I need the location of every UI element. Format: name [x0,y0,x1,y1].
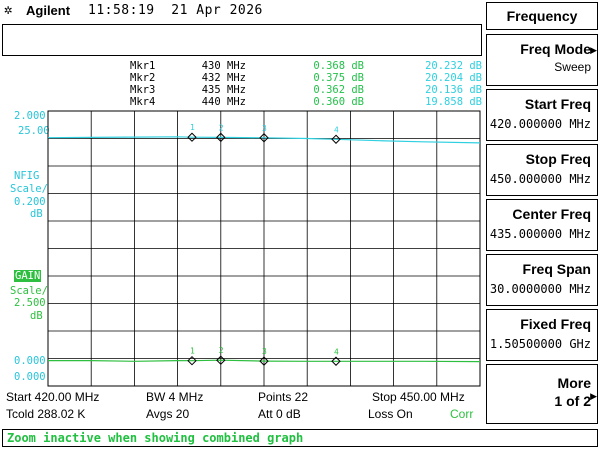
softkey-label: Center Freq [512,206,591,222]
marker-number-label: 2 [219,346,224,355]
softkey-label: Start Freq [524,96,591,112]
marker-number-label: 1 [190,123,195,132]
submenu-arrow-icon: ▶ [590,45,597,55]
averages-annotation: Avgs 20 [146,407,190,421]
measurement-graph: 1 2 3 4 1 2 3 4 [47,110,481,387]
softkey-value: 450.000000 MHz [489,172,591,186]
status-message: Zoom inactive when showing combined grap… [7,431,304,445]
softkey-more[interactable]: More 1 of 2 ▶ [486,364,598,424]
footer-annotations: Start 420.00 MHz BW 4 MHz Points 22 Stop… [0,388,484,426]
marker-number-label: 3 [262,347,267,356]
softkey-label: Freq Mode [520,41,591,57]
loss-annotation: Loss On [368,407,413,421]
graticule [47,110,481,387]
status-bar: Zoom inactive when showing combined grap… [2,429,598,447]
points-annotation: Points 22 [258,390,309,404]
marker-number-label: 4 [334,347,339,356]
start-freq-annotation: Start 420.00 MHz [6,390,100,404]
softkey-value: Sweep [554,60,591,74]
softkey-value: 420.000000 MHz [489,117,591,131]
submenu-arrow-icon: ▶ [590,391,597,401]
marker-number-label: 2 [219,123,224,132]
softkey-stop-freq[interactable]: Stop Freq 450.000000 MHz [486,144,598,196]
softkey-start-freq[interactable]: Start Freq 420.000000 MHz [486,89,598,141]
softkey-value: 435.000000 MHz [489,227,591,241]
softkey-label: Fixed Freq [520,316,591,332]
marker-number-label: 4 [334,125,339,134]
corr-annotation: Corr [450,407,474,421]
softkey-center-freq[interactable]: Center Freq 435.000000 MHz [486,199,598,251]
softkey-value: 1.50500000 GHz [489,337,591,351]
softkey-value: 30.0000000 MHz [489,282,591,296]
softkey-label: More [557,375,591,391]
softkey-freq-span[interactable]: Freq Span 30.0000000 MHz [486,254,598,306]
softkey-panel: Frequency Freq Mode Sweep ▶ Start Freq 4… [486,0,600,428]
bandwidth-annotation: BW 4 MHz [146,390,204,404]
softkey-menu-title: Frequency [486,2,598,30]
softkey-label: Freq Span [522,261,591,277]
softkey-freq-mode[interactable]: Freq Mode Sweep ▶ [486,34,598,86]
attenuation-annotation: Att 0 dB [258,407,301,421]
marker-number-label: 3 [262,124,267,133]
stop-freq-annotation: Stop 450.00 MHz [372,390,465,404]
softkey-fixed-freq[interactable]: Fixed Freq 1.50500000 GHz [486,309,598,361]
marker-number-label: 1 [190,347,195,356]
softkey-label: Stop Freq [525,151,591,167]
tcold-annotation: Tcold 288.02 K [6,407,86,421]
softkey-page: 1 of 2 [554,393,591,409]
